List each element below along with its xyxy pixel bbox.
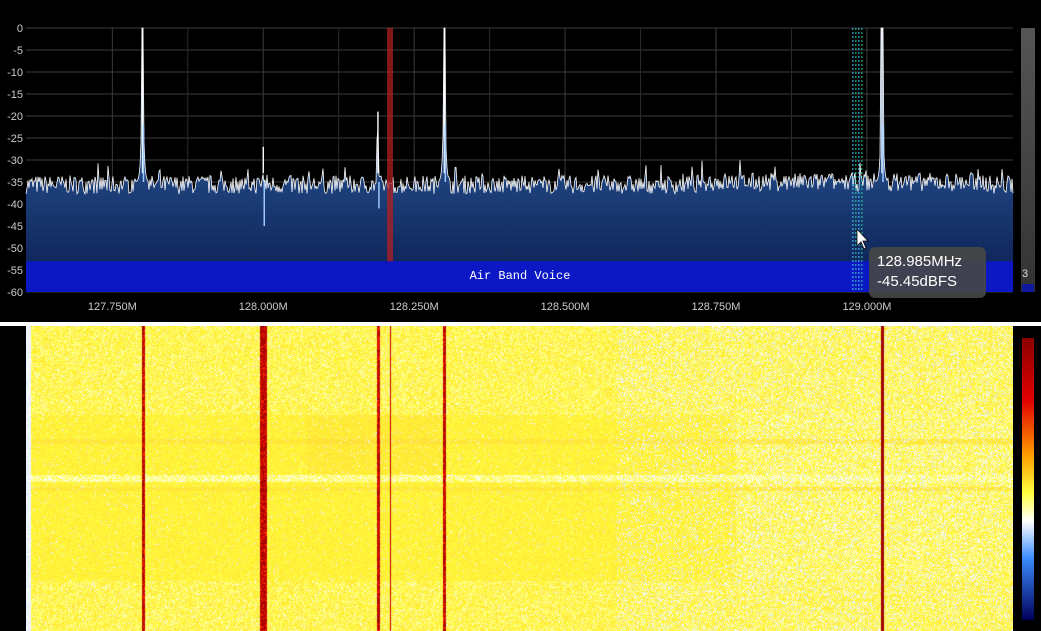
y-axis-labels: 0 -5 -10 -15 -20 -25 -30 -35 -40 -45 -50 -55 -60 xyxy=(7,23,23,299)
vfo-marker[interactable] xyxy=(387,28,394,262)
fft-gain-slider-track[interactable] xyxy=(1021,28,1035,292)
y-tick-label: -60 xyxy=(7,287,23,299)
y-tick-label: -30 xyxy=(7,155,23,167)
x-axis-labels: 127.750M 128.000M 128.250M 128.500M 128.750M… xyxy=(88,301,892,313)
y-tick-label: -5 xyxy=(13,45,23,57)
waterfall-display[interactable] xyxy=(26,326,1013,631)
y-tick-label: -25 xyxy=(7,133,23,145)
waterfall-colormap-slider xyxy=(1022,338,1034,620)
band-plan-label: Air Band Voice xyxy=(470,269,571,283)
cursor-tooltip: 128.985MHz -45.45dBFS xyxy=(869,247,986,298)
x-tick-label: 128.000M xyxy=(239,301,288,313)
spectrum-trace xyxy=(25,27,1014,196)
tooltip-level: -45.45dBFS xyxy=(877,273,958,290)
tooltip-frequency: 128.985MHz xyxy=(877,253,963,270)
spectrum-panel[interactable]: 0 -5 -10 -15 -20 -25 -30 -35 -40 -45 -50 -55 -60 127… xyxy=(0,0,1041,322)
y-tick-label: -55 xyxy=(7,265,23,277)
fft-gain-value: 3 xyxy=(1022,268,1029,280)
waterfall-panel[interactable] xyxy=(0,326,1041,631)
y-tick-label: -10 xyxy=(7,67,23,79)
y-tick-label: 0 xyxy=(17,23,23,35)
y-tick-label: -35 xyxy=(7,177,23,189)
y-tick-label: -15 xyxy=(7,89,23,101)
x-tick-label: 127.750M xyxy=(88,301,137,313)
y-tick-label: -50 xyxy=(7,243,23,255)
x-tick-label: 128.500M xyxy=(541,301,590,313)
y-tick-label: -45 xyxy=(7,221,23,233)
x-tick-label: 128.250M xyxy=(390,301,439,313)
x-tick-label: 129.000M xyxy=(842,301,891,313)
y-tick-label: -20 xyxy=(7,111,23,123)
x-tick-label: 128.750M xyxy=(692,301,741,313)
fft-gain-slider-handle[interactable] xyxy=(1022,284,1034,292)
y-tick-label: -40 xyxy=(7,199,23,211)
